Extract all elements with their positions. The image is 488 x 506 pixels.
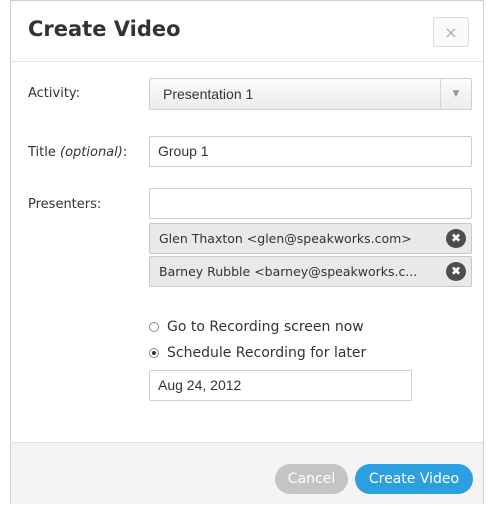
remove-icon[interactable]: ✖: [446, 262, 466, 281]
radio-record-now-label: Go to Recording screen now: [167, 319, 364, 335]
create-video-dialog: Create Video × Activity: Presentation 1 …: [10, 0, 484, 504]
title-label-optional: (optional): [60, 145, 123, 160]
presenter-chip: Barney Rubble <barney@speakworks.c... ✖: [149, 256, 472, 287]
activity-label: Activity:: [28, 86, 81, 101]
create-video-button[interactable]: Create Video: [355, 464, 473, 494]
radio-schedule-later[interactable]: Schedule Recording for later: [149, 345, 366, 361]
dialog-footer: Cancel Create Video: [11, 442, 483, 504]
dialog-title: Create Video: [28, 17, 181, 41]
close-icon: ×: [444, 23, 458, 42]
dialog-header: Create Video ×: [11, 1, 483, 62]
activity-select[interactable]: Presentation 1 ▼: [149, 78, 472, 110]
presenters-input[interactable]: [149, 188, 472, 219]
remove-icon[interactable]: ✖: [446, 229, 466, 248]
presenter-chip: Glen Thaxton <glen@speakworks.com> ✖: [149, 223, 472, 254]
presenters-label: Presenters:: [28, 197, 102, 212]
close-button[interactable]: ×: [433, 17, 469, 47]
title-label-main: Title: [28, 145, 60, 160]
title-label-colon: :: [122, 145, 128, 160]
cancel-button[interactable]: Cancel: [275, 464, 348, 494]
radio-schedule-later-label: Schedule Recording for later: [167, 345, 367, 361]
title-label: Title (optional):: [28, 145, 127, 160]
presenter-chip-text: Glen Thaxton <glen@speakworks.com>: [159, 231, 412, 246]
radio-button[interactable]: [149, 322, 159, 332]
title-input[interactable]: Group 1: [149, 136, 472, 167]
activity-select-value: Presentation 1: [163, 86, 254, 102]
presenter-chip-text: Barney Rubble <barney@speakworks.c...: [159, 264, 418, 279]
radio-button[interactable]: [149, 348, 159, 358]
radio-record-now[interactable]: Go to Recording screen now: [149, 319, 364, 335]
chevron-down-icon: ▼: [440, 79, 471, 109]
schedule-date-input[interactable]: Aug 24, 2012: [149, 370, 412, 401]
